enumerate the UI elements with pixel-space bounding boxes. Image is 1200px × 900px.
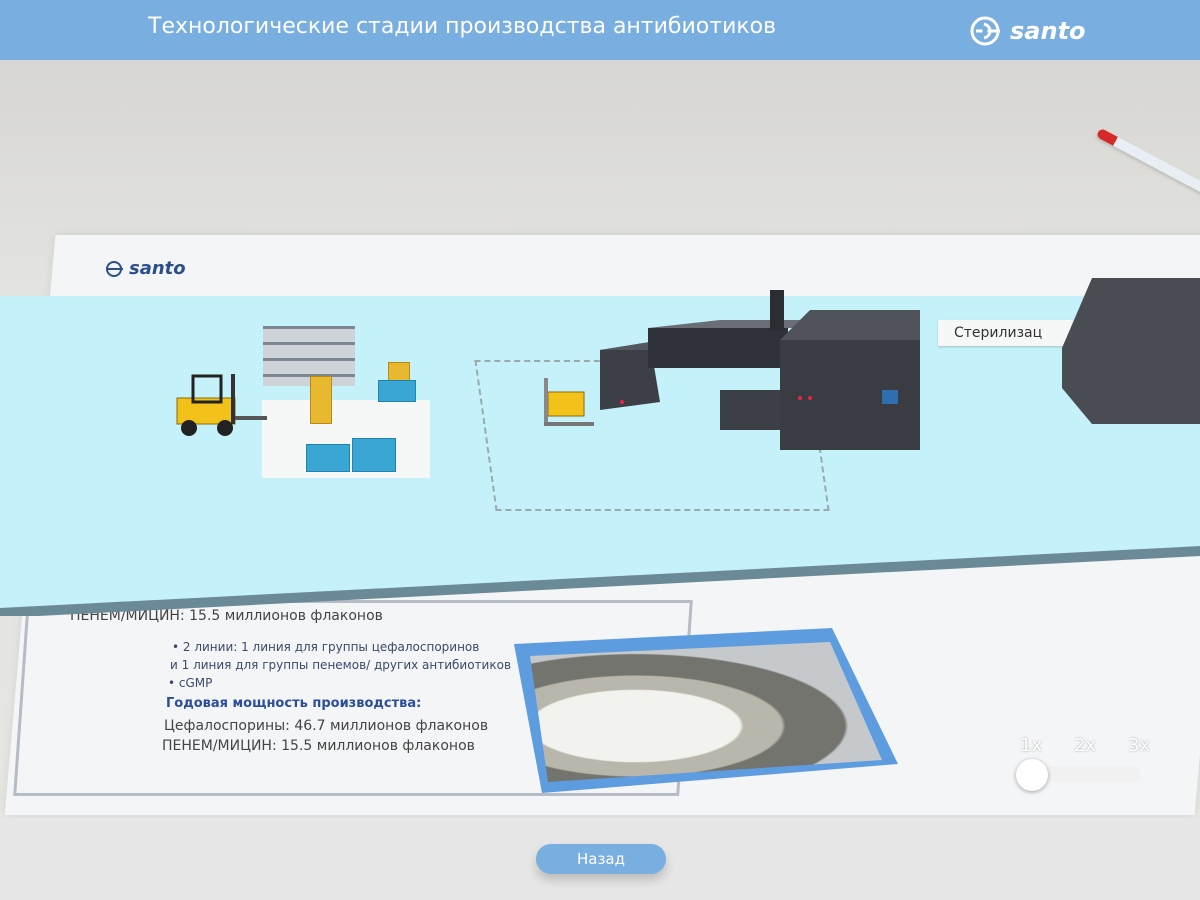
back-button[interactable]: Назад [536, 844, 666, 874]
doc-line: и 1 линия для группы пенемов/ других ант… [170, 658, 512, 672]
brochure-logo: santo [105, 258, 186, 279]
doc-line: • 2 линии: 1 линия для группы цефалоспор… [172, 640, 480, 654]
sterilization-tunnel-machine[interactable] [600, 290, 930, 460]
pallet[interactable] [306, 444, 350, 472]
brand-logo: santo [970, 14, 1086, 48]
production-video-thumbnail[interactable] [530, 642, 882, 782]
zoom-slider-handle[interactable] [1016, 759, 1048, 791]
zoom-option-1x[interactable]: 1x [1020, 735, 1042, 756]
pen-object [1095, 127, 1200, 203]
pallet[interactable] [378, 380, 416, 402]
zoom-option-2x[interactable]: 2x [1074, 735, 1096, 756]
pallet[interactable] [352, 438, 396, 472]
doc-line: Цефалоспорины: 46.7 миллионов флаконов [164, 718, 489, 734]
cart-model[interactable] [540, 374, 600, 432]
app-header: Технологические стадии производства анти… [0, 0, 1200, 60]
santo-logo-icon [970, 16, 1000, 46]
warehouse-shelf[interactable] [263, 326, 355, 386]
doc-line: ПЕНЕМ/МИЦИН: 15.5 миллионов флаконов [162, 738, 475, 754]
zoom-options: 1x 2x 3x [1020, 735, 1150, 756]
cabinet-model[interactable] [1062, 278, 1200, 424]
stacked-boxes[interactable] [310, 376, 332, 424]
ar-camera-view[interactable]: santo ПЕНЕМ/МИЦИН: 15.5 миллионов флакон… [0, 60, 1200, 818]
brand-name: santo [1010, 17, 1086, 45]
brochure-brand: santo [129, 258, 186, 279]
doc-line: Годовая мощность производства: [166, 696, 422, 711]
station-label[interactable]: Стерилизац [938, 320, 1078, 346]
zoom-option-3x[interactable]: 3x [1128, 735, 1150, 756]
doc-line: • cGMP [168, 676, 213, 690]
forklift-model[interactable] [175, 372, 269, 438]
santo-logo-icon [106, 260, 123, 277]
page-title: Технологические стадии производства анти… [148, 14, 777, 39]
